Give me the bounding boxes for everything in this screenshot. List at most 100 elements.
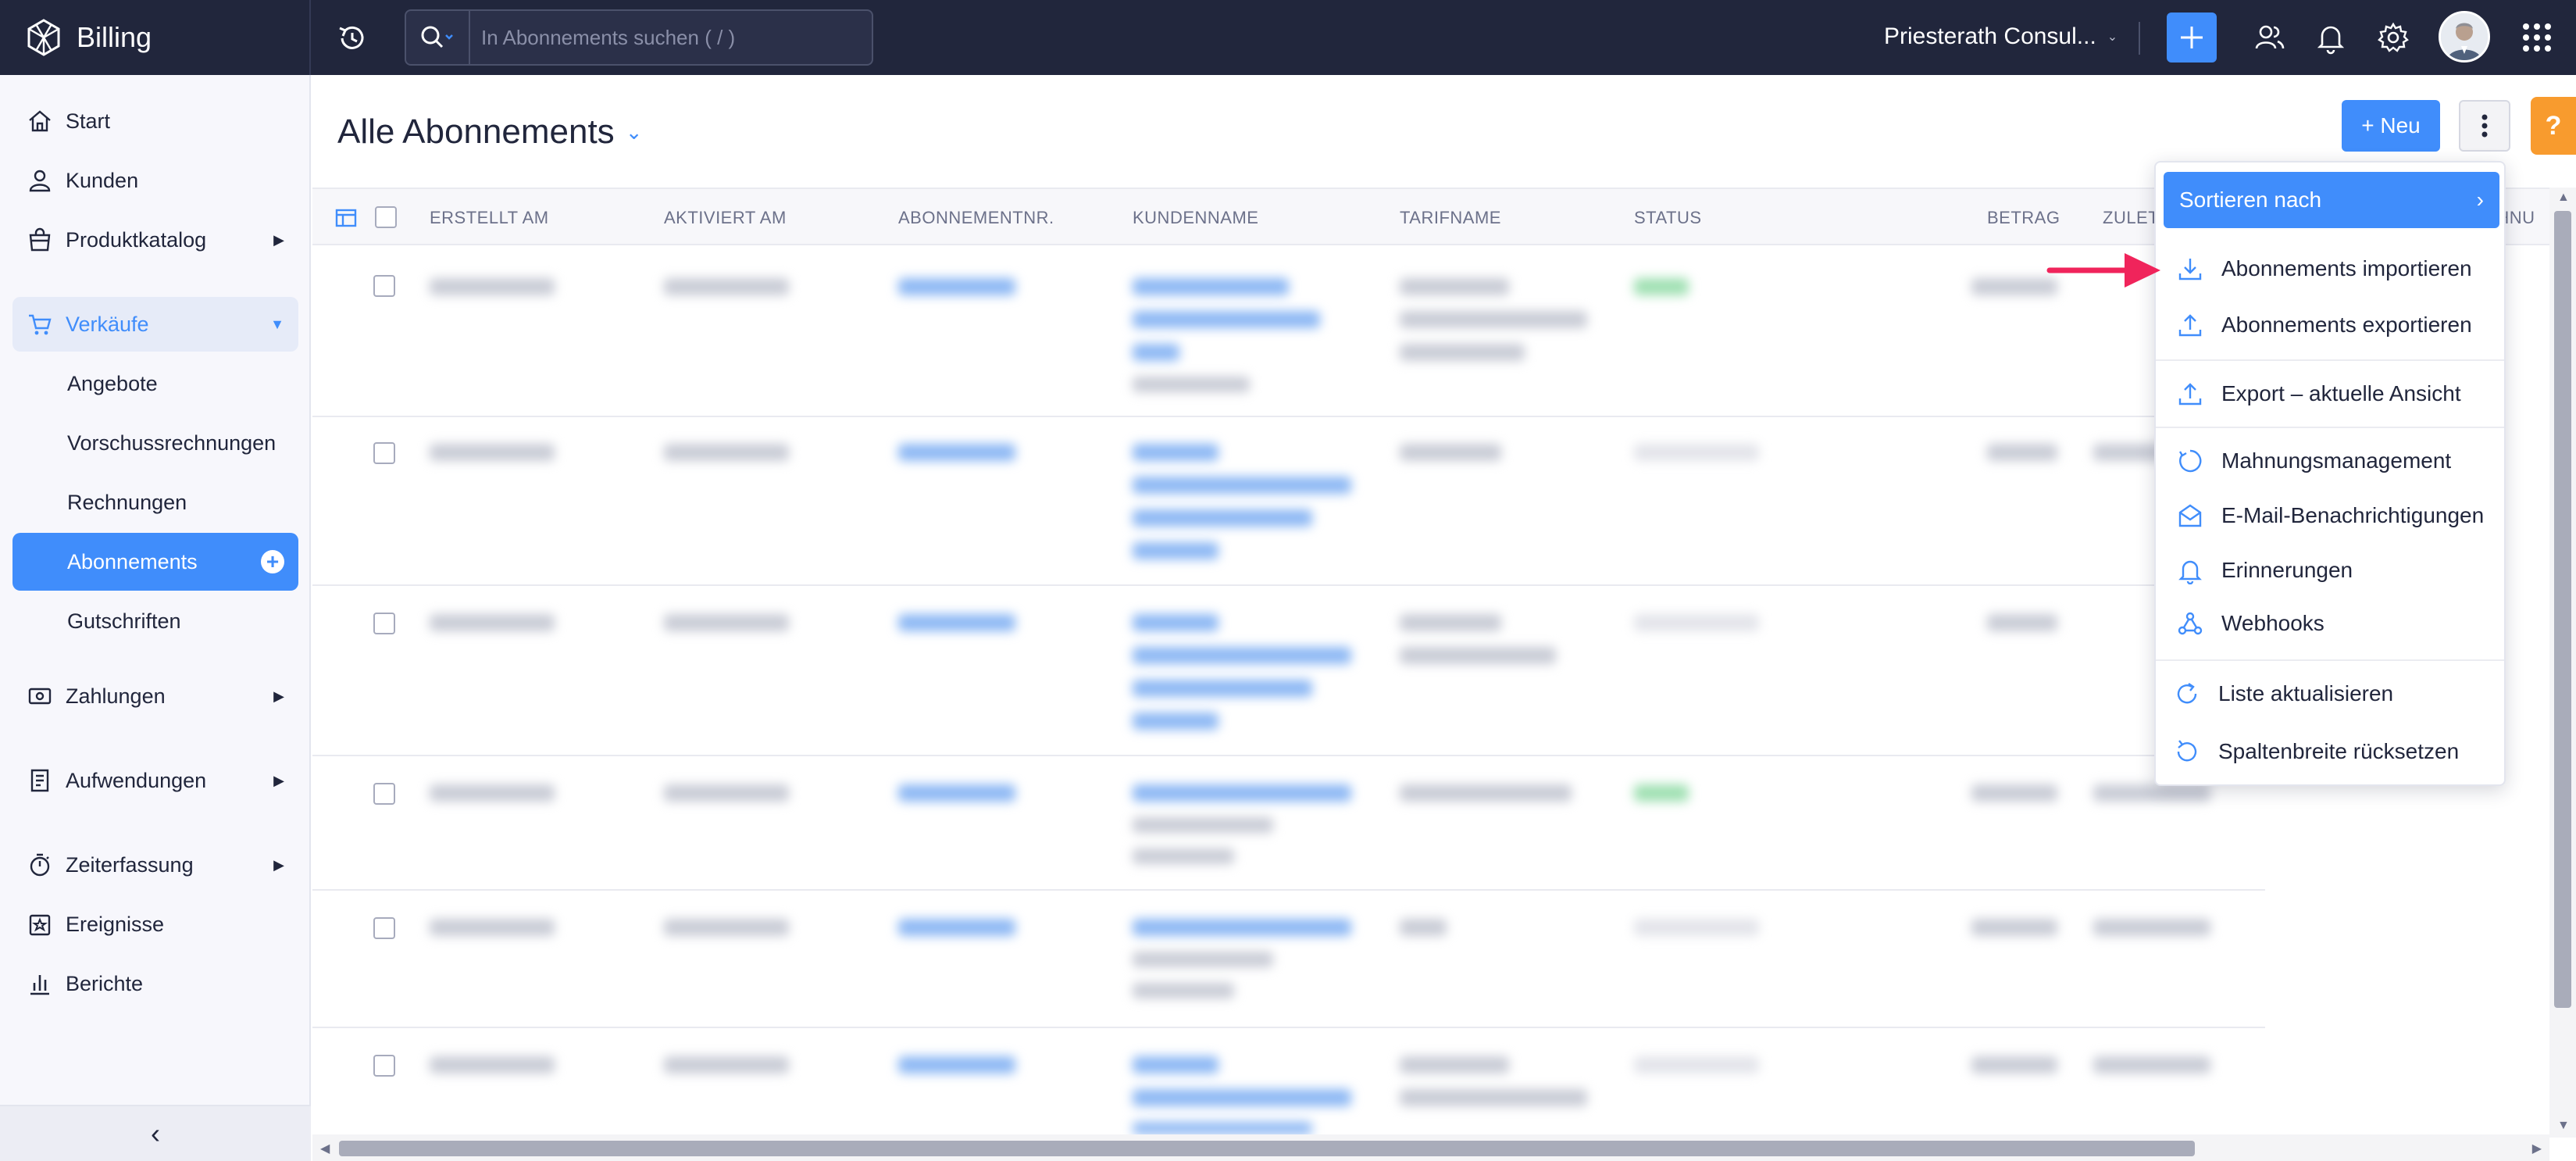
blurred-link[interactable] xyxy=(898,278,1015,295)
scroll-right-icon[interactable]: ▶ xyxy=(2532,1141,2542,1156)
row-checkbox[interactable] xyxy=(373,1055,395,1077)
column-header[interactable]: ABONNEMENTNR. xyxy=(898,208,1054,228)
search-input[interactable] xyxy=(470,25,861,50)
column-header[interactable]: ERSTELLT AM xyxy=(430,208,549,228)
organization-switcher[interactable]: Priesterath Consul... ⌄ xyxy=(1884,23,2118,50)
blurred-link[interactable] xyxy=(1133,713,1218,730)
users-icon[interactable] xyxy=(2253,20,2287,55)
scrollbar-thumb[interactable] xyxy=(2554,211,2571,1008)
column-header[interactable]: STATUS xyxy=(1634,208,1702,228)
sidebar-item-verkaeufe[interactable]: Verkäufe ▼ xyxy=(12,297,298,352)
sidebar-subitem-angebote[interactable]: Angebote xyxy=(12,356,298,411)
sidebar-item-start[interactable]: Start xyxy=(12,94,298,148)
horizontal-scrollbar[interactable]: ◀ ▶ xyxy=(312,1134,2549,1161)
sidebar-subitem-abonnements[interactable]: Abonnements + xyxy=(12,533,298,591)
row-checkbox[interactable] xyxy=(373,613,395,634)
blurred-link[interactable] xyxy=(1133,919,1351,936)
help-button[interactable]: ? xyxy=(2531,97,2576,155)
sidebar-item-berichte[interactable]: Berichte xyxy=(12,956,298,1011)
blurred-link[interactable] xyxy=(1133,311,1320,328)
blurred-link[interactable] xyxy=(1133,1056,1218,1073)
blurred-link[interactable] xyxy=(1133,542,1218,559)
sidebar-item-produktkatalog[interactable]: Produktkatalog ▶ xyxy=(12,213,298,267)
sidebar-item-aufwendungen[interactable]: Aufwendungen ▶ xyxy=(12,753,298,808)
blurred-link[interactable] xyxy=(1133,614,1218,631)
select-all-checkbox[interactable] xyxy=(375,206,397,228)
chevron-down-icon: ⌄ xyxy=(625,120,643,144)
sidebar-subitem-vorschussrechnungen[interactable]: Vorschussrechnungen xyxy=(12,416,298,470)
blurred-link[interactable] xyxy=(1133,344,1179,361)
blurred-link[interactable] xyxy=(898,444,1015,461)
table-row[interactable] xyxy=(312,247,2265,417)
export-subscriptions-menu-item[interactable]: Abonnements exportieren xyxy=(2156,298,2504,352)
column-header[interactable]: KUNDENNAME xyxy=(1133,208,1258,228)
sidebar-item-zahlungen[interactable]: Zahlungen ▶ xyxy=(12,669,298,723)
search-icon[interactable] xyxy=(406,11,470,64)
sort-by-menu-item[interactable]: Sortieren nach › xyxy=(2164,172,2499,228)
blurred-link[interactable] xyxy=(1133,1122,1312,1134)
blurred-cell xyxy=(1133,848,1234,864)
blurred-link[interactable] xyxy=(898,614,1015,631)
receipt-icon xyxy=(30,769,49,792)
add-circle-icon[interactable]: + xyxy=(261,550,284,573)
blurred-link[interactable] xyxy=(1133,509,1312,527)
reset-column-width-menu-item[interactable]: Spaltenbreite rücksetzen xyxy=(2156,725,2504,778)
column-header[interactable]: ZULET xyxy=(2103,208,2159,228)
settings-gear-icon[interactable] xyxy=(2376,20,2410,55)
row-checkbox[interactable] xyxy=(373,275,395,297)
blurred-link[interactable] xyxy=(1133,278,1289,295)
blurred-link[interactable] xyxy=(898,919,1015,936)
row-checkbox[interactable] xyxy=(373,917,395,939)
blurred-link[interactable] xyxy=(1133,647,1351,664)
scroll-left-icon[interactable]: ◀ xyxy=(320,1141,330,1156)
column-header[interactable]: TARIFNAME xyxy=(1400,208,1501,228)
blurred-link[interactable] xyxy=(1133,784,1351,802)
blurred-cell xyxy=(1987,444,2057,461)
recent-history-icon[interactable] xyxy=(336,22,369,55)
sidebar-subitem-rechnungen[interactable]: Rechnungen xyxy=(12,475,298,530)
sidebar-item-ereignisse[interactable]: Ereignisse xyxy=(12,897,298,952)
blurred-link[interactable] xyxy=(898,1056,1015,1073)
sidebar-item-label: Berichte xyxy=(66,971,144,995)
blurred-link[interactable] xyxy=(898,784,1015,802)
blurred-link[interactable] xyxy=(1133,477,1351,494)
search-bar[interactable] xyxy=(405,9,873,66)
table-row[interactable] xyxy=(312,891,2265,1028)
reminders-menu-item[interactable]: Erinnerungen xyxy=(2156,544,2504,597)
scrollbar-thumb[interactable] xyxy=(339,1141,2195,1156)
import-subscriptions-menu-item[interactable]: Abonnements importieren xyxy=(2156,242,2504,295)
scroll-up-icon[interactable]: ▲ xyxy=(2557,191,2570,205)
table-row[interactable] xyxy=(312,586,2265,756)
table-row[interactable] xyxy=(312,417,2265,586)
row-checkbox[interactable] xyxy=(373,783,395,805)
notification-bell-icon[interactable] xyxy=(2314,20,2348,55)
table-row[interactable] xyxy=(312,1028,2265,1134)
dunning-management-menu-item[interactable]: Mahnungsmanagement xyxy=(2156,434,2504,488)
user-avatar[interactable] xyxy=(2439,11,2490,63)
more-options-button[interactable] xyxy=(2459,100,2510,152)
sidebar-item-kunden[interactable]: Kunden xyxy=(12,153,298,208)
page-title[interactable]: Alle Abonnements ⌄ xyxy=(337,113,642,152)
app-launcher-icon[interactable] xyxy=(2521,22,2553,53)
quick-create-button[interactable] xyxy=(2167,13,2217,63)
app-brand[interactable]: Billing xyxy=(0,0,311,75)
new-button[interactable]: + Neu xyxy=(2342,100,2440,152)
table-columns-icon[interactable] xyxy=(334,206,358,230)
collapse-sidebar-button[interactable]: ‹ xyxy=(0,1105,311,1161)
blurred-link[interactable] xyxy=(1133,680,1312,697)
scroll-down-icon[interactable]: ▼ xyxy=(2557,1119,2570,1133)
sidebar-item-zeiterfassung[interactable]: Zeiterfassung ▶ xyxy=(12,838,298,892)
column-header[interactable]: AKTIVIERT AM xyxy=(664,208,787,228)
email-notifications-menu-item[interactable]: E-Mail-Benachrichtigungen xyxy=(2156,489,2504,542)
sidebar-subitem-gutschriften[interactable]: Gutschriften xyxy=(12,594,298,648)
refresh-list-menu-item[interactable]: Liste aktualisieren xyxy=(2156,667,2504,720)
vertical-scrollbar[interactable]: ▲ ▼ xyxy=(2549,188,2576,1138)
column-header[interactable]: BETRAG xyxy=(1987,208,2060,228)
table-row[interactable] xyxy=(312,756,2265,891)
export-current-view-menu-item[interactable]: Export – aktuelle Ansicht xyxy=(2156,367,2504,420)
blurred-cell xyxy=(664,1056,789,1073)
blurred-link[interactable] xyxy=(1133,1089,1351,1106)
blurred-link[interactable] xyxy=(1133,444,1218,461)
row-checkbox[interactable] xyxy=(373,442,395,464)
webhooks-menu-item[interactable]: Webhooks xyxy=(2156,597,2504,650)
